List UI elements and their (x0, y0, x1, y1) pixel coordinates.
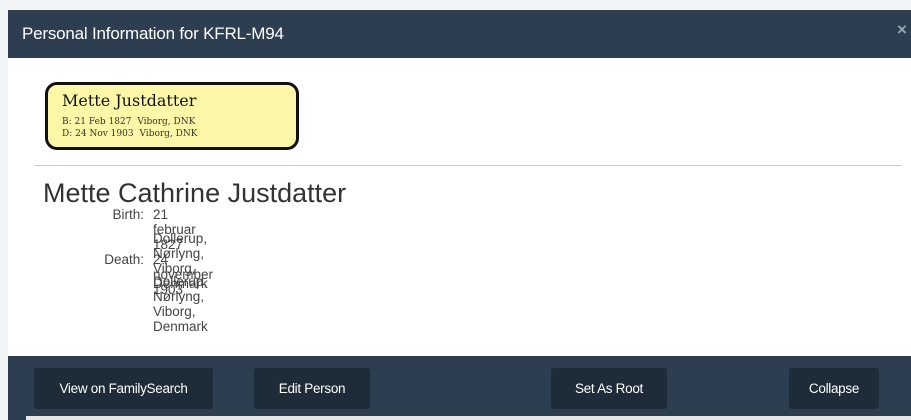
person-full-name: Mette Cathrine Justdatter (43, 178, 347, 208)
card-birth-line: B: 21 Feb 1827 Viborg, DNK (62, 117, 195, 127)
card-death-line: D: 24 Nov 1903 Viborg, DNK (62, 129, 197, 139)
modal-title: Personal Information for KFRL-M94 (22, 24, 284, 43)
person-info-modal: Personal Information for KFRL-M94 × Mett… (8, 10, 911, 420)
modal-header: Personal Information for KFRL-M94 × (8, 10, 911, 58)
card-death-place: Viborg, DNK (139, 129, 198, 139)
set-as-root-button[interactable]: Set As Root (551, 368, 667, 409)
death-place: Dollerup, Nørlyng, Viborg, Denmark (153, 274, 208, 334)
card-name: Mette Justdatter (62, 91, 197, 110)
view-on-familysearch-button[interactable]: View on FamilySearch (34, 368, 213, 409)
collapse-button[interactable]: Collapse (789, 368, 879, 409)
card-death-prefix: D: (62, 129, 73, 139)
birth-label: Birth: (112, 207, 144, 222)
modal-footer: View on FamilySearch Edit Person Set As … (8, 356, 911, 420)
card-birth-prefix: B: (62, 117, 72, 127)
card-birth-date: 21 Feb 1827 (74, 117, 132, 127)
card-death-date: 24 Nov 1903 (75, 129, 134, 139)
footer-bottom-rule (26, 416, 911, 420)
person-card[interactable]: Mette Justdatter B: 21 Feb 1827 Viborg, … (45, 82, 299, 150)
card-birth-place: Viborg, DNK (137, 117, 196, 127)
death-label: Death: (104, 252, 144, 267)
divider (35, 165, 901, 166)
close-icon[interactable]: × (897, 20, 911, 40)
edit-person-button[interactable]: Edit Person (254, 368, 370, 409)
